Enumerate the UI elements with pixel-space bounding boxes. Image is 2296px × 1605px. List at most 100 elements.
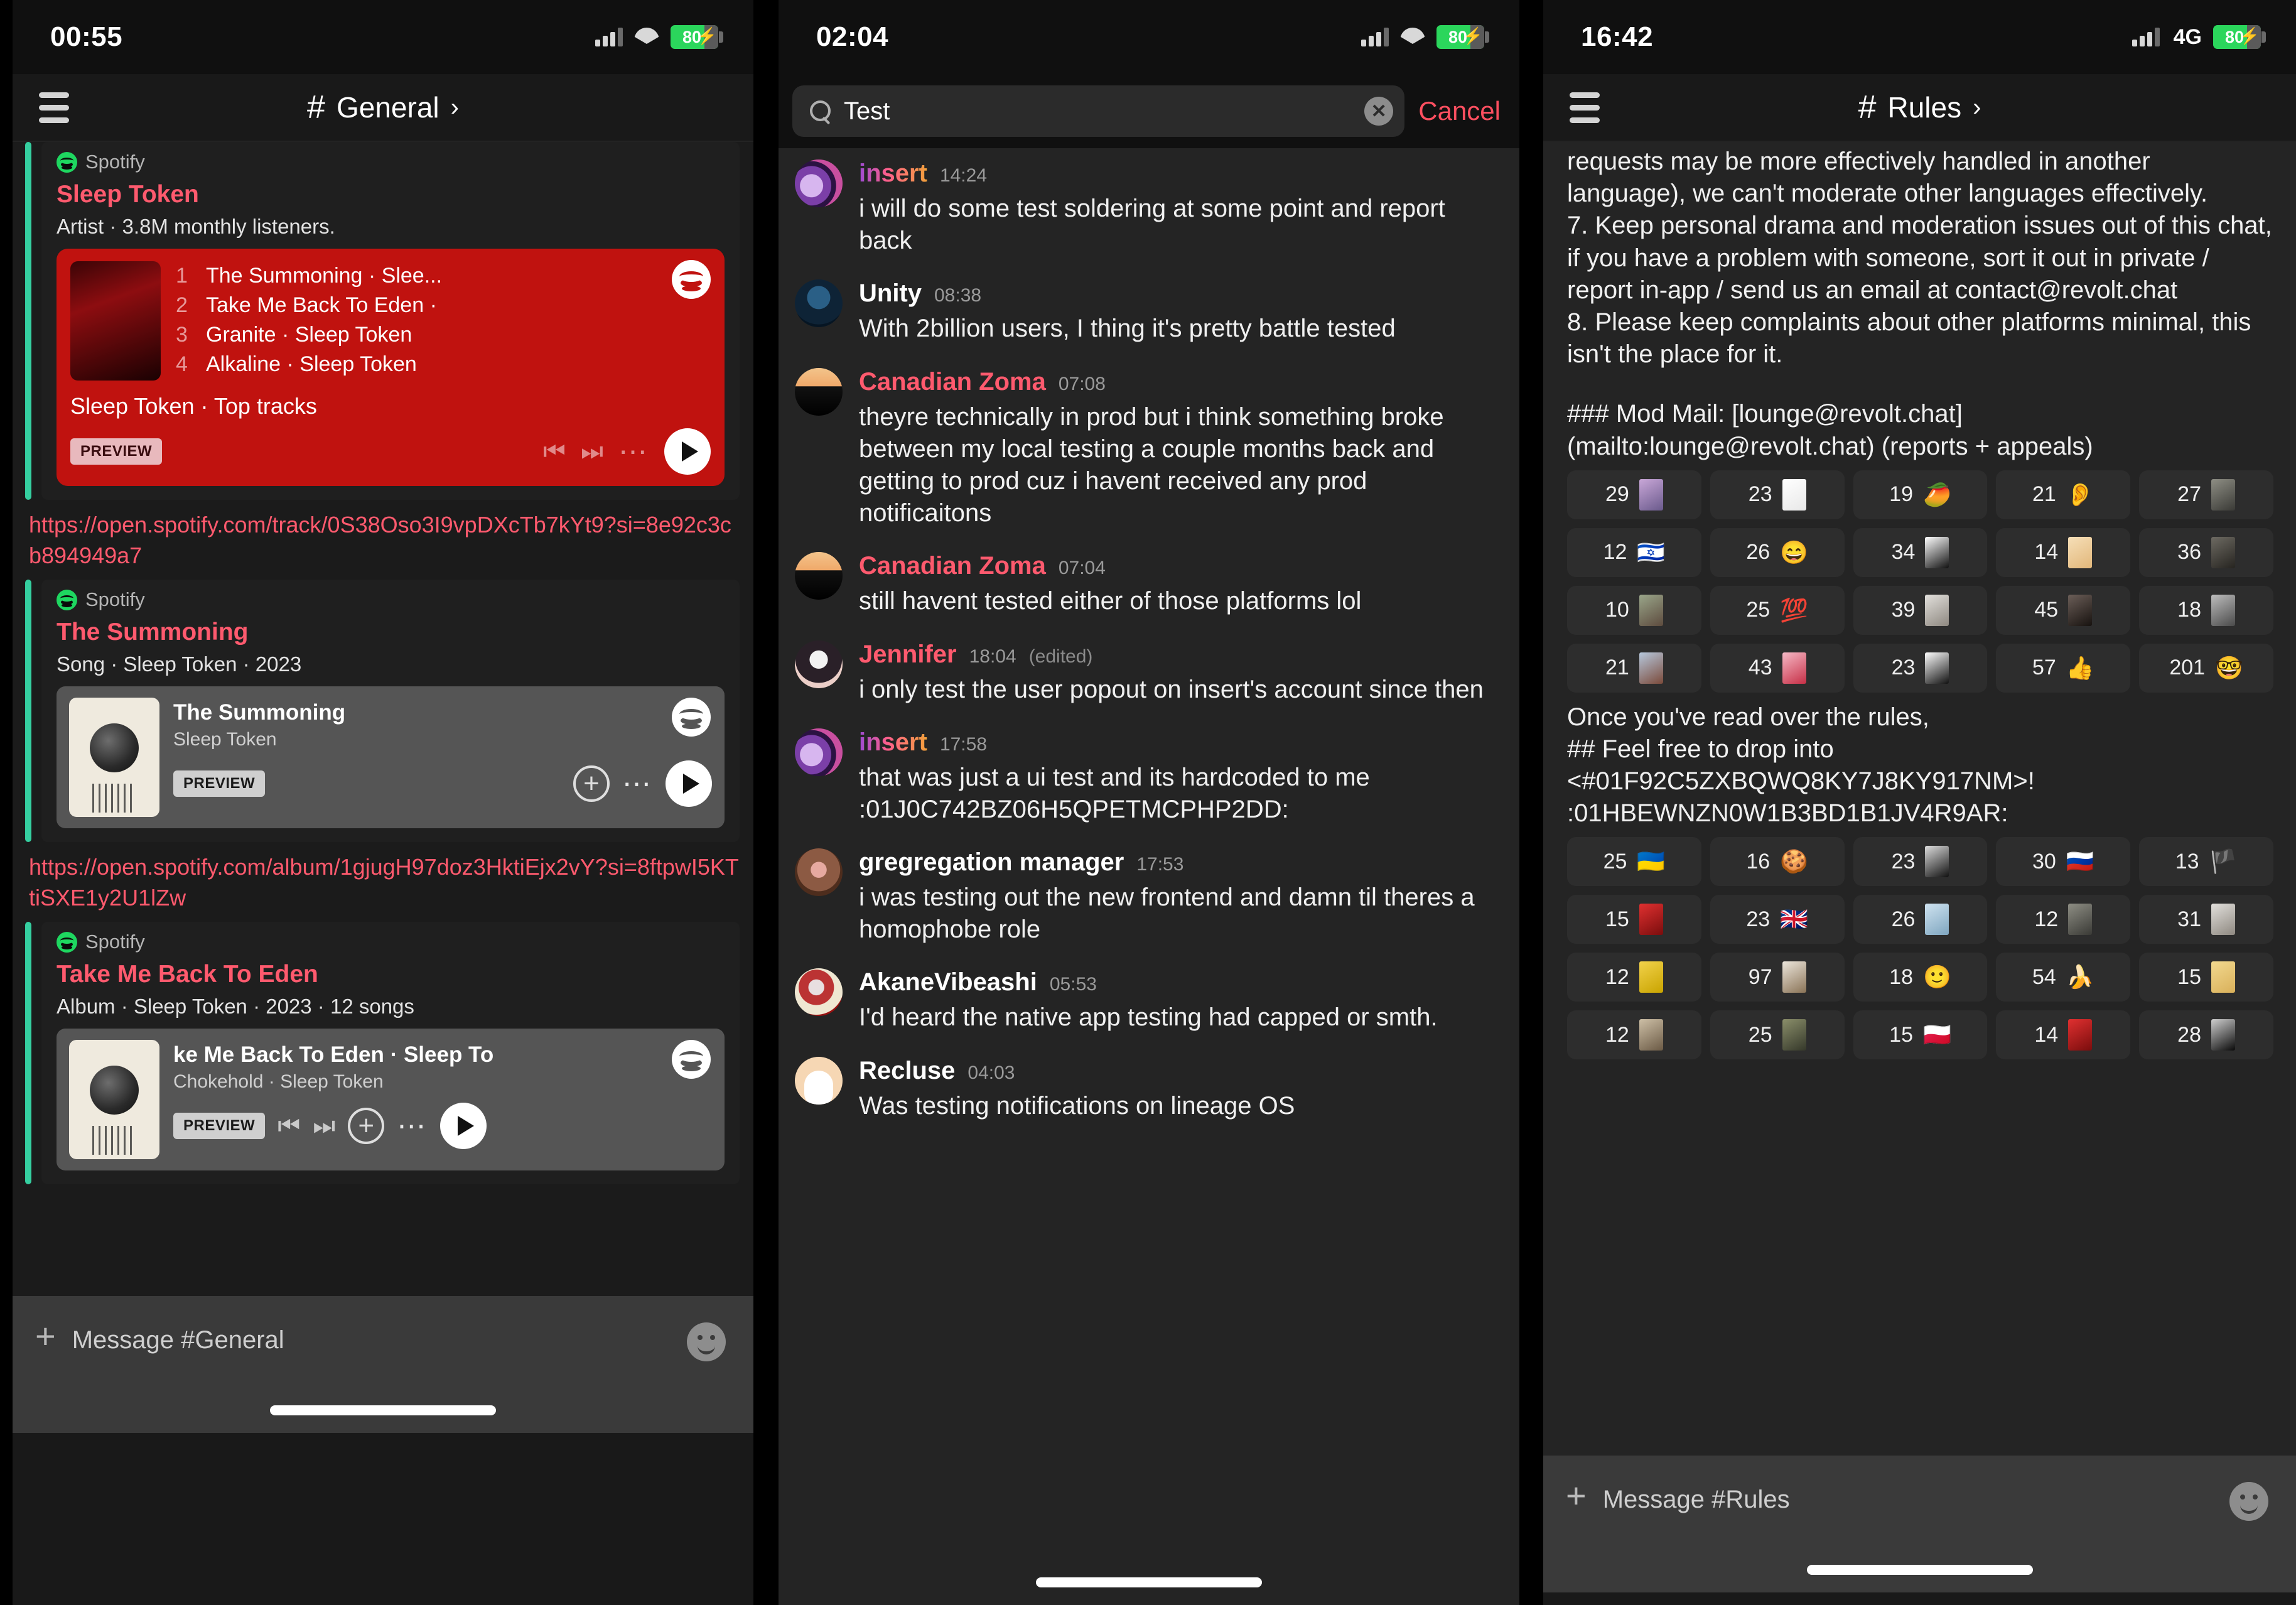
message-row[interactable]: insert 14:24 i will do some test solderi… (779, 148, 1519, 268)
reaction-chip[interactable]: 10 (1567, 585, 1701, 635)
embed-title[interactable]: The Summoning (57, 619, 725, 646)
add-to-library-icon[interactable]: + (573, 765, 610, 802)
message-username[interactable]: Canadian Zoma (859, 552, 1046, 580)
reaction-chip[interactable]: 15 🇵🇱 (1853, 1010, 1988, 1060)
reaction-chip[interactable]: 15 (1567, 895, 1701, 944)
clear-search-icon[interactable]: ✕ (1364, 97, 1394, 126)
reaction-chip[interactable]: 12 (1567, 953, 1701, 1002)
search-header[interactable]: Test ✕ Cancel (779, 74, 1519, 148)
add-to-library-icon[interactable]: + (348, 1108, 385, 1145)
reaction-chip[interactable]: 16 🍪 (1710, 837, 1845, 887)
reaction-chip[interactable]: 30 🇷🇺 (1996, 837, 2131, 887)
avatar[interactable] (795, 968, 843, 1017)
previous-track-icon[interactable]: ⏮ (278, 1113, 300, 1138)
message-row[interactable]: gregregation manager 17:53 i was testing… (779, 837, 1519, 957)
message-username[interactable]: AkaneVibeashi (859, 968, 1037, 997)
reaction-chip[interactable]: 23 (1710, 470, 1845, 519)
spotify-player-song[interactable]: The Summoning Sleep Token PREVIEW + ⋯ (57, 686, 725, 829)
message-username[interactable]: Jennifer (859, 640, 957, 669)
message-link-track[interactable]: https://open.spotify.com/track/0S38Oso3I… (13, 500, 753, 580)
message-row[interactable]: Unity 08:38 With 2billion users, I thing… (779, 268, 1519, 356)
reaction-chip[interactable]: 18 (2139, 585, 2273, 635)
message-list[interactable]: requests may be more effectively handled… (1543, 142, 2296, 1456)
reaction-chip[interactable]: 14 (1996, 1010, 2131, 1060)
avatar[interactable] (795, 640, 843, 688)
more-options-icon[interactable]: ⋯ (618, 436, 649, 466)
reaction-chip[interactable]: 26 😄 (1710, 527, 1845, 577)
embed-title[interactable]: Sleep Token (57, 181, 725, 208)
message-row[interactable]: AkaneVibeashi 05:53 I'd heard the native… (779, 957, 1519, 1045)
avatar[interactable] (795, 552, 843, 600)
track-row[interactable]: 1 The Summoning · Slee... (176, 264, 711, 288)
emoji-picker-icon[interactable] (687, 1322, 726, 1361)
next-track-icon[interactable]: ⏭ (313, 1113, 335, 1138)
avatar[interactable] (795, 279, 843, 328)
reaction-grid-bottom[interactable]: 25 🇺🇦 16 🍪 23 30 🇷🇺 13 🏴 15 23 🇬🇧 26 12 31 12 97 18 🙂 54 🍌 15… (1567, 837, 2273, 1060)
emoji-picker-icon[interactable] (2229, 1482, 2268, 1521)
message-row[interactable]: Canadian Zoma 07:08 theyre technically i… (779, 357, 1519, 541)
message-username[interactable]: insert (859, 728, 927, 757)
avatar[interactable] (795, 159, 843, 207)
message-username[interactable]: Recluse (859, 1057, 955, 1085)
previous-track-icon[interactable]: ⏮ (543, 439, 566, 464)
search-input[interactable]: Test (844, 97, 1352, 126)
reaction-chip[interactable]: 34 (1853, 527, 1988, 577)
reaction-chip[interactable]: 57 👍 (1996, 643, 2131, 693)
reaction-chip[interactable]: 97 (1710, 953, 1845, 1002)
spotify-embed-artist[interactable]: Spotify Sleep Token Artist · 3.8M monthl… (25, 142, 740, 500)
message-row[interactable]: insert 17:58 that was just a ui test and… (779, 717, 1519, 837)
spotify-embed-album[interactable]: Spotify Take Me Back To Eden Album · Sle… (25, 922, 740, 1185)
add-attachment-icon[interactable]: + (1566, 1478, 1587, 1513)
reaction-chip[interactable]: 26 (1853, 895, 1988, 944)
play-button[interactable] (666, 760, 712, 808)
reaction-chip[interactable]: 27 (2139, 470, 2273, 519)
reaction-chip[interactable]: 43 (1710, 643, 1845, 693)
cancel-search-button[interactable]: Cancel (1418, 96, 1506, 126)
reaction-chip[interactable]: 23 🇬🇧 (1710, 895, 1845, 944)
reaction-chip[interactable]: 25 💯 (1710, 585, 1845, 635)
message-composer[interactable]: + Message #General (13, 1296, 753, 1433)
avatar[interactable] (795, 728, 843, 776)
embed-title[interactable]: Take Me Back To Eden (57, 961, 725, 988)
reaction-chip[interactable]: 12 (1567, 1010, 1701, 1060)
avatar[interactable] (795, 1056, 843, 1105)
reaction-chip[interactable]: 23 (1853, 837, 1988, 887)
message-row[interactable]: Jennifer 18:04 (edited) i only test the … (779, 629, 1519, 717)
reaction-chip[interactable]: 23 (1853, 643, 1988, 693)
reaction-chip[interactable]: 36 (2139, 527, 2273, 577)
reaction-chip[interactable]: 54 🍌 (1996, 953, 2131, 1002)
play-button[interactable] (664, 428, 711, 475)
spotify-player-album[interactable]: ke Me Back To Eden · Sleep To Chokehold … (57, 1029, 725, 1171)
more-options-icon[interactable]: ⋯ (622, 769, 653, 798)
message-username[interactable]: gregregation manager (859, 848, 1124, 877)
reaction-chip[interactable]: 21 👂 (1996, 470, 2131, 519)
reaction-chip[interactable]: 25 (1710, 1010, 1845, 1060)
channel-title[interactable]: # General › (13, 74, 753, 141)
search-field-wrapper[interactable]: Test ✕ (792, 85, 1405, 137)
channel-title[interactable]: # Rules › (1543, 74, 2296, 141)
avatar[interactable] (795, 367, 843, 416)
track-row[interactable]: 4 Alkaline · Sleep Token (176, 352, 711, 377)
message-input[interactable]: Message #General (72, 1322, 284, 1354)
track-row[interactable]: 2 Take Me Back To Eden · (176, 293, 711, 318)
next-track-icon[interactable]: ⏭ (581, 439, 603, 464)
play-button[interactable] (440, 1103, 487, 1150)
message-list[interactable]: Spotify Sleep Token Artist · 3.8M monthl… (13, 142, 753, 1296)
reaction-chip[interactable]: 13 🏴 (2139, 837, 2273, 887)
more-options-icon[interactable]: ⋯ (397, 1111, 428, 1141)
reaction-chip[interactable]: 29 (1567, 470, 1701, 519)
reaction-grid-top[interactable]: 29 23 19 🥭 21 👂 27 12 🇮🇱 26 😄 34 14 36 10 25 💯 39 45 18 21 43… (1567, 470, 2273, 693)
avatar[interactable] (795, 848, 843, 897)
reaction-chip[interactable]: 21 (1567, 643, 1701, 693)
reaction-chip[interactable]: 14 (1996, 527, 2131, 577)
reaction-chip[interactable]: 25 🇺🇦 (1567, 837, 1701, 887)
reaction-chip[interactable]: 12 🇮🇱 (1567, 527, 1701, 577)
menu-icon[interactable] (1570, 92, 1600, 123)
spotify-player-artist[interactable]: 1 The Summoning · Slee... 2 Take Me Back… (57, 249, 725, 486)
reaction-chip[interactable]: 18 🙂 (1853, 953, 1988, 1002)
message-row[interactable]: Recluse 04:03 Was testing notifications … (779, 1046, 1519, 1133)
reaction-chip[interactable]: 28 (2139, 1010, 2273, 1060)
message-username[interactable]: insert (859, 159, 927, 188)
message-input[interactable]: Message #Rules (1603, 1482, 1790, 1514)
search-results-list[interactable]: insert 14:24 i will do some test solderi… (779, 148, 1519, 1605)
